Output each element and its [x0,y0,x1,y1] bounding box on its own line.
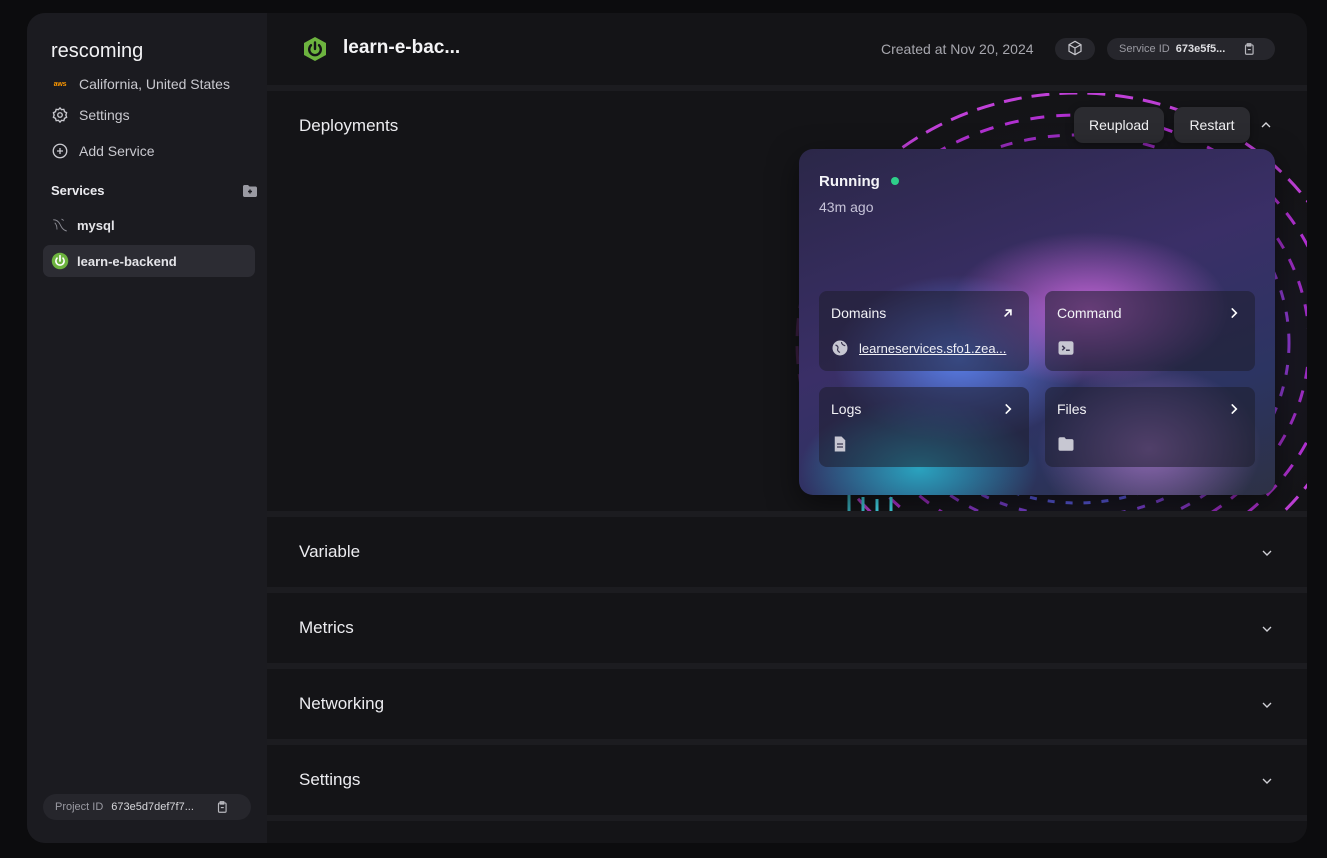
deployment-time: 43m ago [819,199,874,215]
metrics-section[interactable]: Metrics [267,593,1307,663]
sidebar-settings[interactable]: Settings [51,106,130,124]
command-tile[interactable]: Command [1045,291,1255,371]
document-icon [831,435,849,453]
service-label: mysql [77,217,115,233]
project-name[interactable]: rescoming [51,40,143,63]
chevron-down-icon[interactable] [1259,621,1275,637]
cube-icon [1067,40,1083,59]
tile-title: Domains [831,305,887,321]
service-title: learn-e-bac... [343,37,461,58]
add-service-button[interactable]: Add Service [51,142,154,160]
aws-icon: aws [53,80,67,88]
service-id-label: Service ID [1119,43,1170,55]
folder-icon [1057,435,1075,453]
settings-label: Settings [79,107,130,123]
section-title: Metrics [299,618,354,637]
service-id-pill[interactable]: Service ID 673e5f5... [1107,38,1275,60]
deployments-title: Deployments [299,116,399,135]
chevron-right-icon [1001,402,1015,416]
section-title: Networking [299,694,385,713]
divider [267,815,1307,821]
chevron-right-icon [1227,402,1241,416]
spring-logo-icon [302,36,328,62]
reupload-button[interactable]: Reupload [1074,107,1164,143]
sidebar-item-learn-e-backend[interactable]: learn-e-backend [43,245,255,277]
section-title: Variable [299,542,361,561]
copy-icon[interactable] [215,800,229,814]
project-region: aws California, United States [51,75,230,93]
chevron-right-icon [1227,306,1241,320]
created-date: Created at Nov 20, 2024 [881,41,1034,57]
add-service-label: Add Service [79,143,155,159]
globe-icon [831,339,849,357]
logs-tile[interactable]: Logs [819,387,1029,467]
variable-section[interactable]: Variable [267,517,1307,587]
sidebar-item-mysql[interactable]: mysql [43,209,255,241]
deployment-status: Running [819,173,880,190]
arrow-up-right-icon [1001,306,1015,320]
service-label: learn-e-backend [77,253,177,269]
sidebar: rescoming aws California, United States … [27,13,267,843]
section-title: Settings [299,770,361,789]
tile-title: Logs [831,401,862,417]
service-id-value: 673e5f5... [1175,43,1226,55]
divider [267,85,1307,91]
chevron-up-icon[interactable] [1258,117,1274,133]
deployments-section: Deployments Reupload Restart Running 43m… [267,93,1307,511]
files-tile[interactable]: Files [1045,387,1255,467]
chevron-down-icon[interactable] [1259,545,1275,561]
add-folder-icon[interactable] [243,184,259,198]
region-label: California, United States [79,76,230,92]
package-button[interactable] [1055,38,1095,60]
restart-button[interactable]: Restart [1174,107,1250,143]
chevron-down-icon[interactable] [1259,773,1275,789]
chevron-down-icon[interactable] [1259,697,1275,713]
service-header: learn-e-bac... Created at Nov 20, 2024 S… [267,13,1307,85]
networking-section[interactable]: Networking [267,669,1307,739]
gear-icon [51,106,69,124]
tile-title: Command [1057,305,1122,321]
app-window: rescoming aws California, United States … [27,13,1307,843]
copy-icon[interactable] [1242,42,1256,56]
project-id-label: Project ID [55,801,104,813]
tile-title: Files [1057,401,1087,417]
settings-section[interactable]: Settings [267,745,1307,815]
deployment-card: Running 43m ago Domains learneservices.s… [799,149,1275,495]
terminal-icon [1057,339,1075,357]
project-id-pill[interactable]: Project ID 673e5d7def7f7... [43,794,251,820]
domains-tile[interactable]: Domains learneservices.sfo1.zea... [819,291,1029,371]
services-heading: Services [51,183,105,198]
project-id-value: 673e5d7def7f7... [111,801,194,813]
spring-icon [51,252,69,270]
plus-circle-icon [51,142,69,160]
status-dot [891,177,899,185]
mysql-icon [51,216,69,234]
domain-link[interactable]: learneservices.sfo1.zea... [859,341,1015,356]
